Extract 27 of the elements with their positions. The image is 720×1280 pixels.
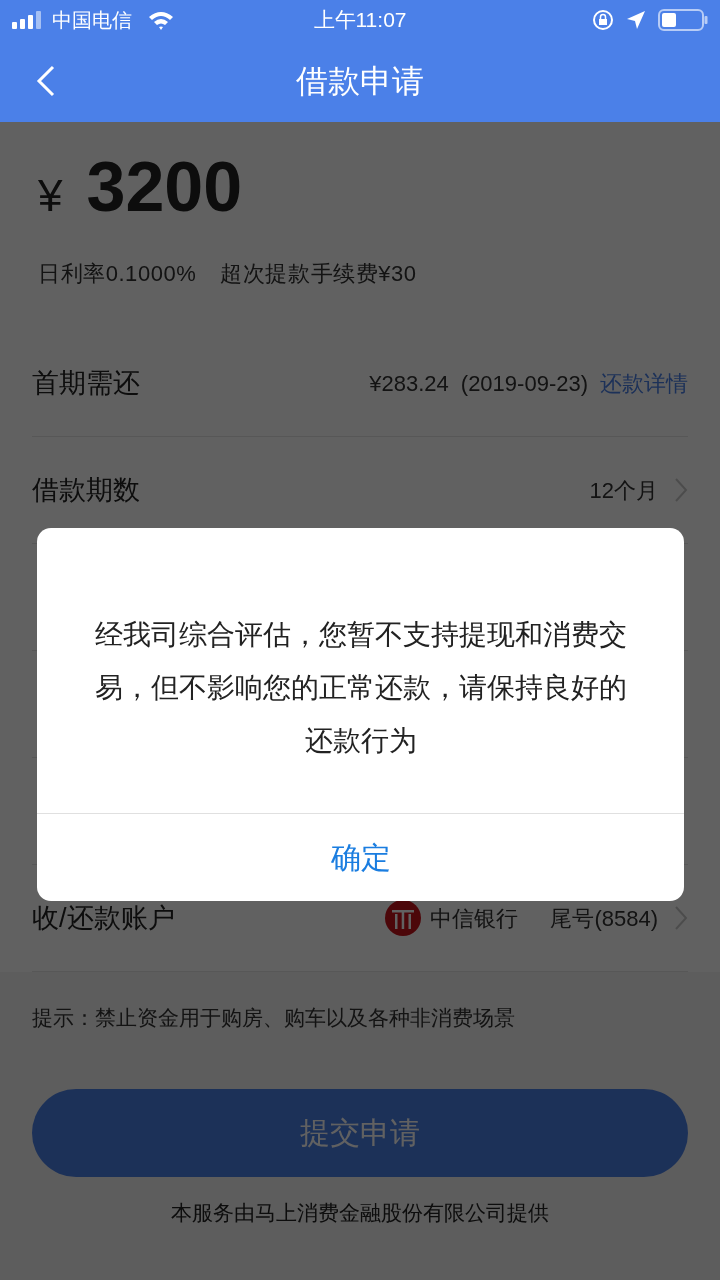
rotation-lock-icon: [592, 9, 614, 31]
signal-icon: [12, 11, 44, 29]
clock-time: 上午11:07: [313, 7, 407, 34]
wifi-icon: [148, 10, 174, 30]
footer-text: 本服务由马上消费金融股份有限公司提供: [170, 1199, 550, 1226]
loan-amount: 3200: [86, 152, 243, 222]
dialog-message: 经我司综合评估，您暂不支持提现和消费交易，但不影响您的正常还款，请保持良好的还款行为: [93, 618, 628, 758]
hint-text: 提示：禁止资金用于购房、购车以及各种非消费场景: [32, 1005, 516, 1031]
withdrawal-fee: 超次提款手续费¥30: [220, 260, 417, 288]
currency-symbol: ¥: [38, 170, 63, 222]
back-icon[interactable]: [36, 65, 56, 97]
page-title: 借款申请: [296, 62, 424, 101]
repayment-date: (2019-09-23): [460, 369, 588, 398]
daily-rate: 日利率0.1000%: [38, 260, 197, 288]
carrier-name: 中国电信: [52, 8, 132, 33]
repayment-amount: ¥283.24: [369, 369, 449, 398]
row-label: 首期需还: [32, 366, 140, 400]
repayment-details-link[interactable]: 还款详情: [600, 366, 688, 400]
bank-name: 中信银行: [430, 904, 519, 933]
battery-icon: [658, 9, 708, 31]
confirm-button[interactable]: 确定: [37, 813, 684, 901]
row-label: 收/还款账户: [32, 901, 175, 935]
submit-button[interactable]: 提交申请: [32, 1088, 688, 1177]
row-label: 借款期数: [32, 473, 140, 507]
account-tail-number: 尾号(8584): [550, 904, 658, 933]
location-icon: [626, 10, 646, 30]
term-value: 12个月: [589, 476, 658, 505]
